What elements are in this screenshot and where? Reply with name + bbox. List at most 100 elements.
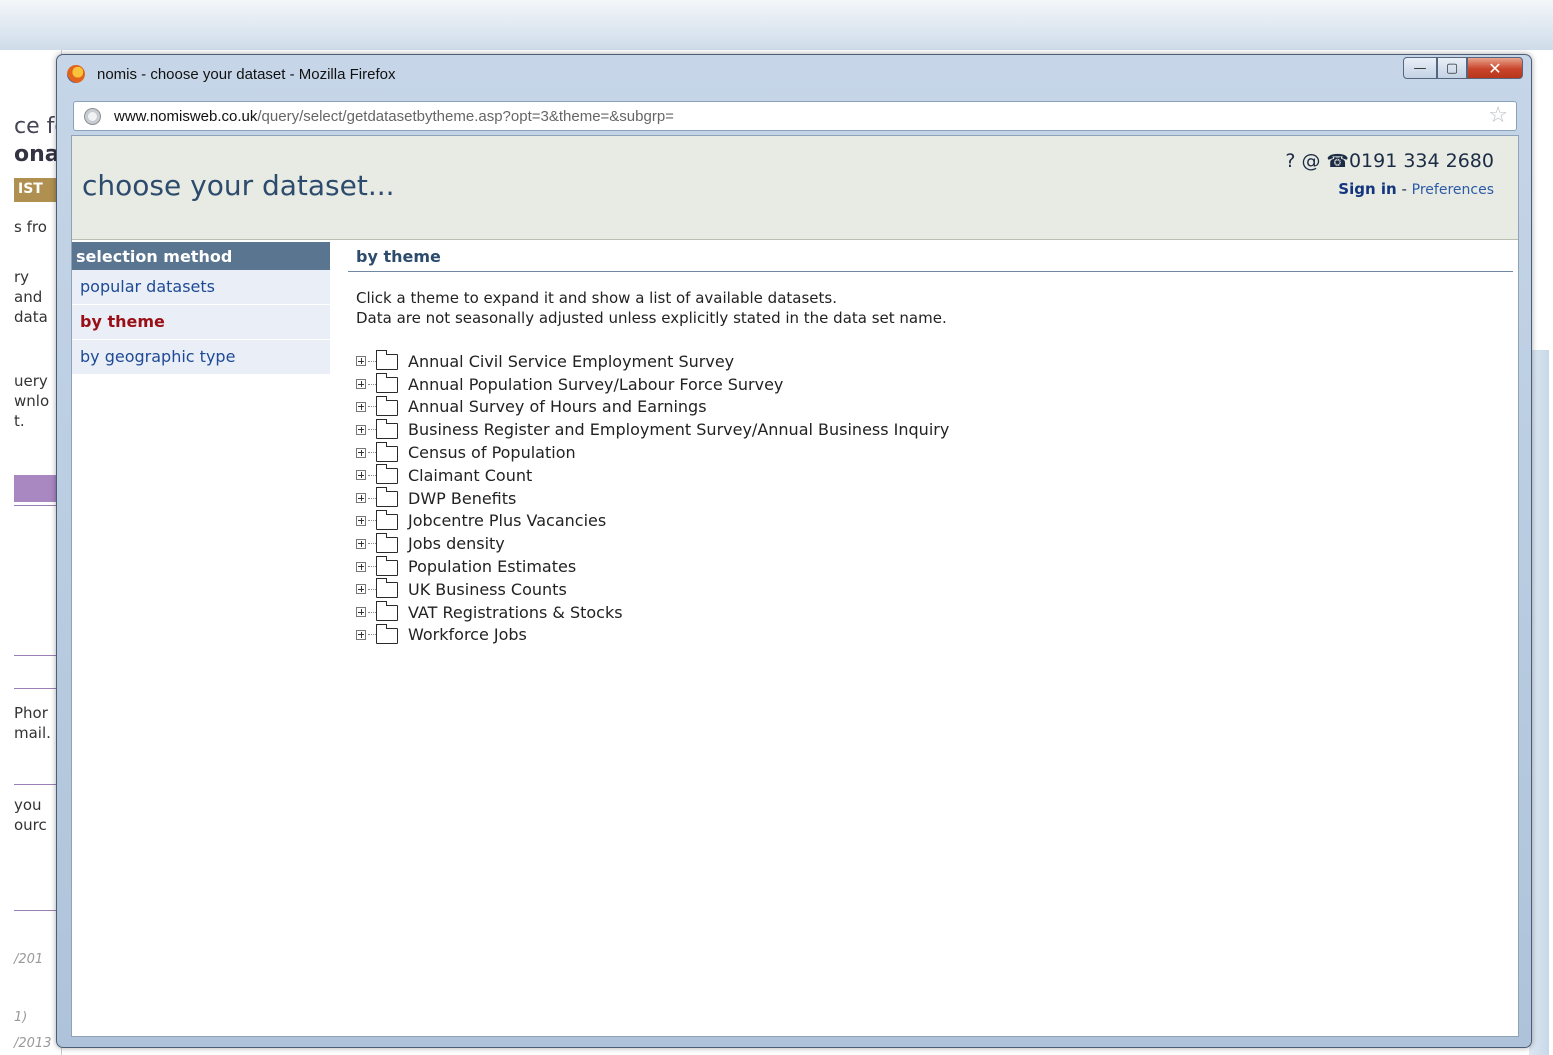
- sidebar-item-by-geographic-type[interactable]: by geographic type: [72, 340, 330, 375]
- theme-item[interactable]: DWP Benefits: [356, 487, 1513, 510]
- intro-line: Data are not seasonally adjusted unless …: [356, 309, 947, 327]
- theme-label[interactable]: DWP Benefits: [408, 489, 516, 508]
- bookmark-star-icon[interactable]: ☆: [1488, 104, 1508, 128]
- expand-plus-icon[interactable]: [356, 379, 366, 390]
- theme-label[interactable]: Population Estimates: [408, 557, 576, 576]
- folder-icon: [375, 373, 398, 394]
- folder-icon: [375, 555, 398, 576]
- bg-divider: [14, 910, 61, 911]
- firefox-window: nomis - choose your dataset - Mozilla Fi…: [56, 54, 1532, 1048]
- bg-fragment: you: [14, 796, 42, 814]
- bg-fragment: mail.: [14, 724, 51, 742]
- bg-fragment: and: [14, 288, 43, 306]
- expand-plus-icon[interactable]: [356, 424, 366, 435]
- site-identity-icon[interactable]: [84, 108, 101, 125]
- folder-icon: [375, 532, 398, 553]
- url-domain: www.nomisweb.co.uk: [114, 108, 258, 125]
- folder-icon: [375, 418, 398, 439]
- expand-plus-icon[interactable]: [356, 401, 366, 412]
- page-title: choose your dataset...: [82, 169, 395, 202]
- selection-method-sidebar: selection method popular datasets by the…: [72, 242, 330, 375]
- contact-info: ? @ ☎0191 334 2680: [1285, 150, 1494, 172]
- folder-icon: [375, 487, 398, 508]
- expand-plus-icon[interactable]: [356, 447, 366, 458]
- expand-plus-icon[interactable]: [356, 356, 366, 367]
- folder-icon: [375, 464, 398, 485]
- expand-plus-icon[interactable]: [356, 561, 366, 572]
- bg-fragment: ry: [14, 268, 30, 286]
- theme-item[interactable]: Business Register and Employment Survey/…: [356, 418, 1513, 441]
- theme-item[interactable]: Workforce Jobs: [356, 623, 1513, 647]
- bg-fragment: 1): [14, 1010, 28, 1025]
- theme-label[interactable]: Annual Survey of Hours and Earnings: [408, 397, 707, 416]
- theme-label[interactable]: Jobs density: [408, 534, 505, 553]
- folder-icon: [375, 601, 398, 622]
- sidebar-heading: selection method: [72, 242, 330, 270]
- maximize-button[interactable]: ▢: [1437, 57, 1467, 79]
- theme-item[interactable]: Census of Population: [356, 441, 1513, 464]
- theme-item[interactable]: Annual Survey of Hours and Earnings: [356, 395, 1513, 419]
- sidebar-item-by-theme[interactable]: by theme: [72, 305, 330, 340]
- folder-icon: [375, 623, 398, 644]
- theme-item[interactable]: Jobcentre Plus Vacancies: [356, 509, 1513, 533]
- bg-fragment: data: [14, 308, 48, 326]
- account-links: Sign in - Preferences: [1338, 180, 1494, 198]
- bg-fragment: ce fo: [14, 114, 61, 139]
- page-content: choose your dataset... ? @ ☎0191 334 268…: [71, 135, 1519, 1037]
- bg-fragment: IST: [14, 178, 61, 202]
- expand-plus-icon[interactable]: [356, 538, 366, 549]
- theme-label[interactable]: Claimant Count: [408, 466, 532, 485]
- bg-divider: [14, 655, 61, 656]
- theme-label[interactable]: Workforce Jobs: [408, 625, 527, 644]
- theme-item[interactable]: Population Estimates: [356, 555, 1513, 578]
- theme-item[interactable]: Annual Population Survey/Labour Force Su…: [356, 373, 1513, 396]
- help-link[interactable]: ?: [1285, 150, 1295, 172]
- bg-fragment: ona: [14, 142, 60, 167]
- bg-divider: [14, 688, 61, 689]
- expand-plus-icon[interactable]: [356, 470, 366, 481]
- expand-plus-icon[interactable]: [356, 607, 366, 618]
- theme-tree: Annual Civil Service Employment Survey A…: [348, 350, 1513, 646]
- email-link[interactable]: @: [1301, 150, 1320, 172]
- theme-label[interactable]: Annual Population Survey/Labour Force Su…: [408, 375, 783, 394]
- separator: -: [1396, 180, 1412, 198]
- sign-in-link[interactable]: Sign in: [1338, 180, 1396, 198]
- bg-fragment: uery: [14, 372, 48, 390]
- window-title: nomis - choose your dataset - Mozilla Fi…: [97, 66, 396, 83]
- phone-number: 0191 334 2680: [1348, 150, 1494, 172]
- preferences-link[interactable]: Preferences: [1412, 182, 1494, 198]
- expand-plus-icon[interactable]: [356, 493, 366, 504]
- theme-label[interactable]: Business Register and Employment Survey/…: [408, 420, 949, 439]
- bg-fragment: ourc: [14, 816, 47, 834]
- intro-text: Click a theme to expand it and show a li…: [348, 288, 1513, 328]
- minimize-button[interactable]: —: [1403, 57, 1437, 79]
- section-heading: by theme: [348, 242, 1513, 272]
- theme-item[interactable]: VAT Registrations & Stocks: [356, 601, 1513, 624]
- theme-label[interactable]: Annual Civil Service Employment Survey: [408, 352, 734, 371]
- sidebar-item-popular-datasets[interactable]: popular datasets: [72, 270, 330, 305]
- expand-plus-icon[interactable]: [356, 629, 366, 640]
- theme-label[interactable]: UK Business Counts: [408, 580, 567, 599]
- theme-label[interactable]: VAT Registrations & Stocks: [408, 603, 623, 622]
- title-bar[interactable]: nomis - choose your dataset - Mozilla Fi…: [57, 55, 1531, 95]
- folder-icon: [375, 441, 398, 462]
- bg-fragment: s fro: [14, 218, 47, 236]
- bg-divider: [14, 784, 61, 785]
- theme-item[interactable]: Annual Civil Service Employment Survey: [356, 350, 1513, 373]
- folder-icon: [375, 350, 398, 371]
- expand-plus-icon[interactable]: [356, 515, 366, 526]
- theme-item[interactable]: Jobs density: [356, 532, 1513, 555]
- bg-divider: [14, 505, 61, 506]
- expand-plus-icon[interactable]: [356, 584, 366, 595]
- close-button[interactable]: ✕: [1467, 57, 1523, 79]
- bg-purple-bar: [14, 475, 61, 502]
- address-bar[interactable]: www.nomisweb.co.uk/query/select/getdatas…: [73, 101, 1517, 131]
- firefox-icon: [67, 65, 85, 83]
- theme-item[interactable]: Claimant Count: [356, 464, 1513, 487]
- url-text[interactable]: www.nomisweb.co.uk/query/select/getdatas…: [114, 108, 674, 125]
- folder-icon: [375, 395, 398, 416]
- intro-line: Click a theme to expand it and show a li…: [356, 289, 837, 307]
- theme-label[interactable]: Census of Population: [408, 443, 576, 462]
- theme-item[interactable]: UK Business Counts: [356, 578, 1513, 601]
- theme-label[interactable]: Jobcentre Plus Vacancies: [408, 511, 606, 530]
